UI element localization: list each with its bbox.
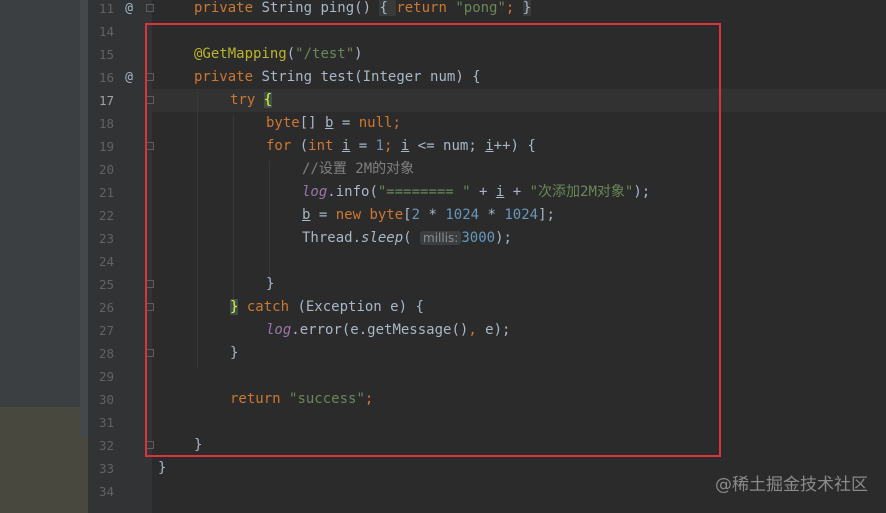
keyword: private bbox=[194, 0, 262, 16]
side-panel-bottom bbox=[0, 407, 88, 513]
line-number: 19 bbox=[98, 139, 114, 154]
line-number: 34 bbox=[98, 484, 114, 499]
string-literal: "pong" bbox=[455, 0, 506, 16]
folded-brace: } bbox=[522, 0, 532, 16]
punctuation: ; bbox=[505, 0, 523, 16]
line-number: 21 bbox=[98, 185, 114, 200]
line-number: 18 bbox=[98, 116, 114, 131]
override-method-icon[interactable]: @ bbox=[122, 0, 136, 20]
fold-toggle-icon[interactable] bbox=[146, 4, 154, 12]
code-line-11[interactable]: private String ping() { return "pong"; } bbox=[194, 0, 532, 20]
line-number: 32 bbox=[98, 438, 114, 453]
type: String bbox=[261, 0, 321, 16]
line-number: 24 bbox=[98, 254, 114, 269]
line-number: 31 bbox=[98, 415, 114, 430]
line-number: 29 bbox=[98, 369, 114, 384]
punctuation: () bbox=[354, 0, 380, 16]
folded-brace: { bbox=[379, 0, 397, 16]
line-number: 22 bbox=[98, 208, 114, 223]
line-number: 23 bbox=[98, 231, 114, 246]
watermark: @稀土掘金技术社区 bbox=[715, 475, 868, 495]
code-line-33[interactable]: } bbox=[158, 457, 166, 480]
highlight-box bbox=[145, 23, 721, 457]
method-name: ping bbox=[320, 0, 355, 16]
line-number: 26 bbox=[98, 300, 114, 315]
line-number: 27 bbox=[98, 323, 114, 338]
closing-brace: } bbox=[158, 460, 167, 476]
line-number: 25 bbox=[98, 277, 114, 292]
line-number: 17 bbox=[98, 93, 114, 108]
line-number: 33 bbox=[98, 461, 114, 476]
line-number: 16 bbox=[98, 70, 114, 85]
line-number: 20 bbox=[98, 162, 114, 177]
line-number: 15 bbox=[98, 47, 114, 62]
line-number: 14 bbox=[98, 24, 114, 39]
side-panel-scrollbar[interactable] bbox=[80, 0, 88, 437]
keyword: return bbox=[396, 0, 456, 16]
line-number: 30 bbox=[98, 392, 114, 407]
line-number: 11 bbox=[98, 1, 114, 16]
override-method-icon[interactable]: @ bbox=[122, 66, 136, 89]
line-number: 28 bbox=[98, 346, 114, 361]
